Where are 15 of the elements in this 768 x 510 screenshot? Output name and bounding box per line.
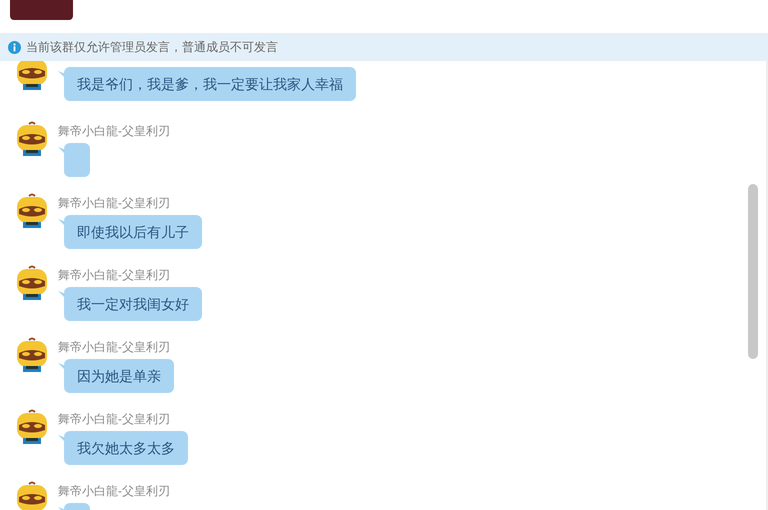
photo-placeholder: [10, 0, 73, 20]
notice-text: 当前该群仅允许管理员发言，普通成员不可发言: [26, 39, 278, 56]
scrollbar-thumb[interactable]: [748, 184, 758, 359]
sender-name: 舞帝小白龍-父皇利刃: [58, 195, 170, 211]
sender-name: 舞帝小白龍-父皇利刃: [58, 267, 170, 283]
sender-name: 舞帝小白龍-父皇利刃: [58, 483, 170, 499]
bubble-tail: [58, 219, 66, 227]
bubble-tail: [58, 435, 66, 443]
sender-name: 舞帝小白龍-父皇利刃: [58, 123, 170, 139]
bubble-tail: [58, 363, 66, 371]
bubble-tail: [58, 71, 66, 79]
sender-name: 舞帝小白龍-父皇利刃: [58, 339, 170, 355]
info-icon: [8, 40, 21, 54]
bubble-tail: [58, 291, 66, 299]
sender-name: 舞帝小白龍-父皇利刃: [58, 411, 170, 427]
